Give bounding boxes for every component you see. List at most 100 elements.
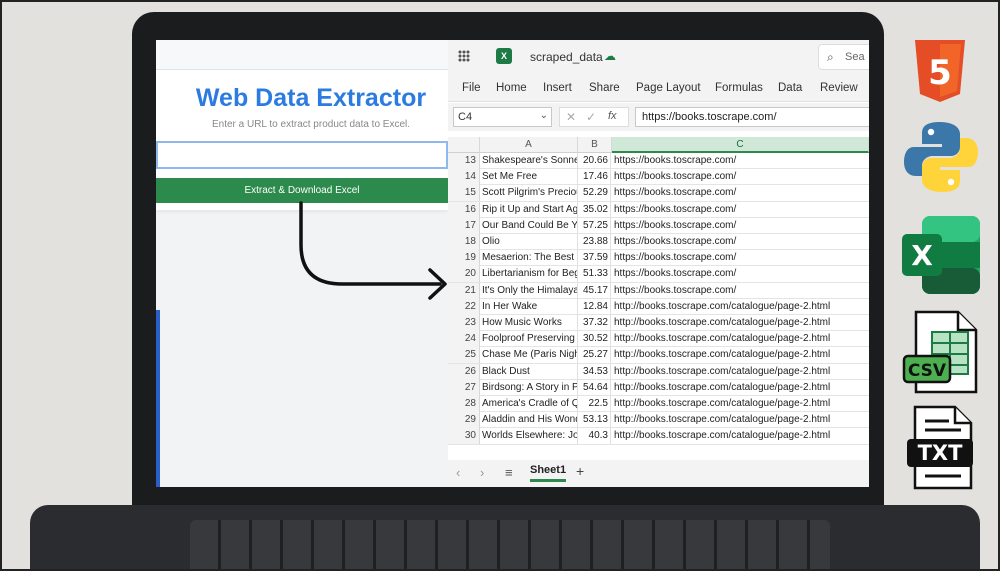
all-sheets-icon[interactable]: ≡ <box>505 465 513 480</box>
cell-url[interactable]: http://books.toscrape.com/catalogue/page… <box>612 299 869 315</box>
menu-review[interactable]: Review <box>820 82 858 94</box>
cell-price[interactable]: 40.3 <box>578 428 611 445</box>
function-icon[interactable]: fx <box>608 110 617 122</box>
cell-url[interactable]: https://books.toscrape.com/ <box>612 169 869 185</box>
cell-title[interactable]: Olio <box>480 234 578 250</box>
menu-page-layout[interactable]: Page Layout <box>636 82 701 94</box>
search-box[interactable]: ⌕ Sea <box>818 44 869 70</box>
cell-url[interactable]: http://books.toscrape.com/catalogue/page… <box>612 347 869 363</box>
cell-title[interactable]: Set Me Free <box>480 169 578 186</box>
row-number[interactable]: 14 <box>448 169 480 186</box>
cell-price[interactable]: 30.52 <box>578 331 611 348</box>
cell-price[interactable]: 37.59 <box>578 250 611 267</box>
cell-price[interactable]: 20.66 <box>578 153 611 169</box>
formula-input[interactable]: https://books.toscrape.com/ <box>635 107 869 127</box>
formula-controls: ✕ ✓ fx <box>559 107 629 127</box>
cell-title[interactable]: Libertarianism for Beginners <box>480 266 578 283</box>
cell-url[interactable]: https://books.toscrape.com/ <box>612 283 869 299</box>
cell-title[interactable]: Worlds Elsewhere: Journeys <box>480 428 578 445</box>
add-sheet-icon[interactable]: + <box>576 463 584 479</box>
cell-title[interactable]: Scott Pilgrim's Precious Little Life <box>480 185 578 202</box>
cell-url[interactable]: https://books.toscrape.com/ <box>612 185 869 201</box>
cell-price[interactable]: 35.02 <box>578 201 611 218</box>
row-number[interactable]: 27 <box>448 379 480 396</box>
cell-price[interactable]: 12.84 <box>578 298 611 315</box>
cell-price[interactable]: 54.64 <box>578 379 611 396</box>
menu-share[interactable]: Share <box>589 82 620 94</box>
cell-url[interactable]: http://books.toscrape.com/catalogue/page… <box>612 331 869 347</box>
row-number[interactable]: 13 <box>448 153 480 169</box>
table-row: 22 In Her Wake 12.84 http://books.toscrape.… <box>448 298 869 315</box>
cell-price[interactable]: 17.46 <box>578 169 611 186</box>
excel-titlebar: X scraped_data ☁ ⌕ Sea <box>448 40 869 74</box>
url-input[interactable] <box>156 141 448 169</box>
row-number[interactable]: 25 <box>448 347 480 364</box>
cell-title[interactable]: Black Dust <box>480 363 578 380</box>
row-number[interactable]: 28 <box>448 396 480 412</box>
sheet-tab[interactable]: Sheet1 <box>530 464 567 482</box>
cell-url[interactable]: https://books.toscrape.com/ <box>612 153 869 169</box>
cell-price[interactable]: 34.53 <box>578 363 611 380</box>
row-number[interactable]: 29 <box>448 412 480 429</box>
row-number[interactable]: 30 <box>448 428 480 445</box>
file-name[interactable]: scraped_data <box>530 50 603 64</box>
table-row: 15Scott Pilgrim's Precious Little Life52… <box>448 185 869 202</box>
column-header-a[interactable]: A <box>480 137 578 153</box>
cell-title[interactable]: Our Band Could Be Your Life <box>480 217 578 234</box>
cell-title[interactable]: Aladdin and His Wonderful Lamp <box>480 412 578 429</box>
cell-price[interactable]: 57.25 <box>578 217 611 234</box>
name-box[interactable]: C4 ⌄ <box>453 107 552 127</box>
row-number[interactable]: 26 <box>448 363 480 380</box>
cell-title[interactable]: Birdsong: A Story in Pictures <box>480 379 578 396</box>
menu-home[interactable]: Home <box>496 82 527 94</box>
menu-data[interactable]: Data <box>778 82 802 94</box>
table-row: 28America's Cradle of Quarterbacks22.5ht… <box>448 396 869 413</box>
chevron-right-icon[interactable]: › <box>480 465 484 480</box>
select-all-corner[interactable] <box>448 137 480 153</box>
cell-url[interactable]: http://books.toscrape.com/catalogue/page… <box>612 315 869 331</box>
chevron-down-icon[interactable]: ⌄ <box>540 110 548 121</box>
cell-price[interactable]: 23.88 <box>578 234 611 250</box>
cell-url[interactable]: https://books.toscrape.com/ <box>612 250 869 266</box>
cell-price[interactable]: 37.32 <box>578 315 611 331</box>
cell-title[interactable]: Rip it Up and Start Again <box>480 201 578 218</box>
cell-title[interactable]: Chase Me (Paris Nights) <box>480 347 578 364</box>
cell-price[interactable]: 53.13 <box>578 412 611 429</box>
csv-icon: CSV <box>902 310 978 394</box>
cell-title[interactable]: America's Cradle of Quarterbacks <box>480 396 578 412</box>
cell-url[interactable]: http://books.toscrape.com/catalogue/page… <box>612 380 869 396</box>
app-launcher-icon[interactable] <box>458 50 470 62</box>
cell-url[interactable]: https://books.toscrape.com/ <box>612 266 869 282</box>
cell-url[interactable]: https://books.toscrape.com/ <box>612 218 869 234</box>
cell-price[interactable]: 45.17 <box>578 282 611 299</box>
cell-title[interactable]: Mesaerion: The Best Science Fiction <box>480 250 578 267</box>
cell-url[interactable]: https://books.toscrape.com/ <box>612 234 869 250</box>
cell-title[interactable]: How Music Works <box>480 315 578 331</box>
cell-url[interactable]: http://books.toscrape.com/catalogue/page… <box>612 364 869 380</box>
cell-price[interactable]: 22.5 <box>578 396 611 412</box>
column-header-b[interactable]: B <box>578 137 612 153</box>
row-number[interactable]: 23 <box>448 315 480 331</box>
app-title: Web Data Extractor <box>195 84 427 112</box>
cell-price[interactable]: 25.27 <box>578 347 611 364</box>
chevron-left-icon[interactable]: ‹ <box>456 465 460 480</box>
cancel-icon[interactable]: ✕ <box>566 110 576 124</box>
cell-url[interactable]: http://books.toscrape.com/catalogue/page… <box>612 396 869 412</box>
cell-title[interactable]: Foolproof Preserving <box>480 331 578 348</box>
cell-title[interactable]: In Her Wake <box>480 298 578 315</box>
row-number[interactable]: 15 <box>448 185 480 202</box>
cell-url[interactable]: http://books.toscrape.com/catalogue/page… <box>612 412 869 428</box>
cell-title[interactable]: Shakespeare's Sonnets <box>480 153 578 169</box>
column-header-c[interactable]: C <box>612 137 869 153</box>
cell-url[interactable]: http://books.toscrape.com/catalogue/page… <box>612 428 869 444</box>
menu-file[interactable]: File <box>462 82 481 94</box>
row-number[interactable]: 24 <box>448 331 480 348</box>
cell-price[interactable]: 51.33 <box>578 266 611 283</box>
menu-insert[interactable]: Insert <box>543 82 572 94</box>
cell-url[interactable]: https://books.toscrape.com/ <box>612 202 869 218</box>
spreadsheet-grid: A B C 13 Shakespeare's Sonnets 20.66 https:… <box>448 137 869 459</box>
confirm-icon[interactable]: ✓ <box>586 110 596 124</box>
menu-formulas[interactable]: Formulas <box>715 82 763 94</box>
cell-price[interactable]: 52.29 <box>578 185 611 202</box>
cell-title[interactable]: It's Only the Himalayas <box>480 282 578 299</box>
